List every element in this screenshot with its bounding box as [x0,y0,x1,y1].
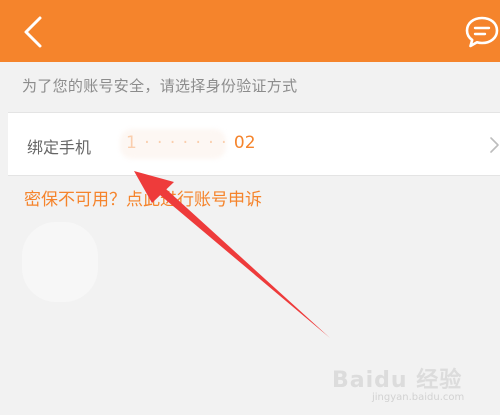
bound-phone-label: 绑定手机 [27,138,92,157]
background-smudge [22,222,98,302]
baidu-jingyan-watermark: Baidu 经验 [332,368,463,393]
verification-notice: 为了您的账号安全，请选择身份验证方式 [22,77,298,95]
account-appeal-link[interactable]: 密保不可用？点此进行账号申诉 [24,185,262,210]
bound-phone-number: 1 · · · · · · · 02 [126,133,256,153]
chevron-right-icon [490,137,499,153]
watermark-url: jingyan.baidu.com [372,392,465,403]
top-bar [0,0,500,62]
chevron-left-icon[interactable] [14,12,54,52]
phone-suffix: 02 [233,133,256,153]
bound-phone-row[interactable]: 绑定手机 1 · · · · · · · 02 [8,112,500,176]
chat-bubble-icon[interactable] [464,14,500,50]
